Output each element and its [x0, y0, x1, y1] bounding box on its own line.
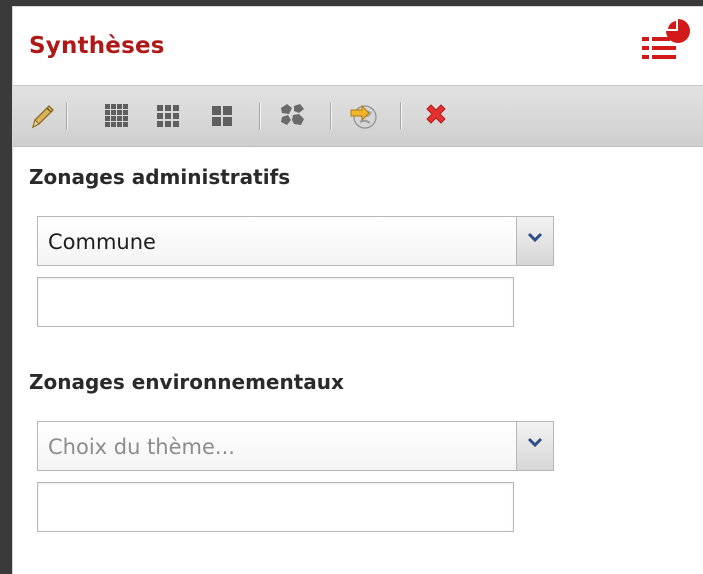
grid-fine-icon: [105, 104, 128, 127]
delete-button[interactable]: [420, 100, 452, 132]
grid-medium-button[interactable]: [152, 100, 184, 132]
panel-header: Synthèses: [13, 7, 703, 85]
grid-medium-icon: [157, 105, 179, 127]
geolocate-button[interactable]: [348, 100, 380, 132]
admin-zoning-dropdown-button[interactable]: [516, 217, 553, 265]
map-toolbar: [13, 85, 703, 147]
red-cross-icon: [426, 104, 446, 124]
toolbar-separator: [66, 102, 67, 130]
toolbar-separator: [330, 102, 331, 130]
env-theme-dropdown-button[interactable]: [516, 422, 553, 470]
toolbar-separator: [259, 102, 260, 130]
edit-button[interactable]: [27, 100, 59, 132]
chevron-down-icon: [527, 437, 543, 448]
admin-zoning-select[interactable]: Commune: [37, 216, 554, 266]
syntheses-panel: Synthèses Zonages administratifs Commune…: [12, 6, 703, 574]
polygons-icon: [281, 104, 304, 125]
admin-zoning-select-value: Commune: [48, 230, 156, 254]
admin-zoning-input[interactable]: [37, 277, 514, 327]
globe-pointer-icon: [350, 104, 377, 129]
panel-title: Synthèses: [29, 33, 165, 59]
toolbar-separator: [400, 102, 401, 130]
grid-large-icon: [212, 106, 232, 126]
env-zoning-input[interactable]: [37, 482, 514, 532]
env-zoning-label: Zonages environnementaux: [29, 370, 344, 394]
grid-fine-button[interactable]: [101, 100, 133, 132]
chevron-down-icon: [527, 232, 543, 243]
env-theme-select-placeholder: Choix du thème...: [48, 435, 235, 459]
pencil-icon: [31, 105, 54, 129]
env-theme-select[interactable]: Choix du thème...: [37, 421, 554, 471]
list-pie-chart-icon[interactable]: [641, 15, 691, 71]
cluster-button[interactable]: [277, 100, 309, 132]
grid-large-button[interactable]: [207, 100, 239, 132]
admin-zoning-label: Zonages administratifs: [29, 165, 291, 189]
